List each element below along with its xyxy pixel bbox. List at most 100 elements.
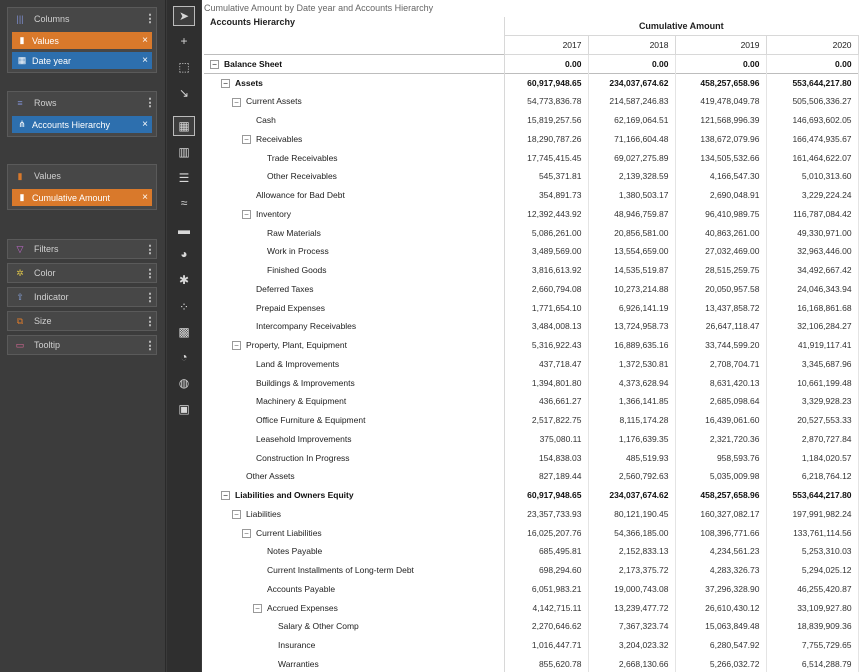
size-menu-icon[interactable]: ⋮ xyxy=(144,315,156,328)
rows-menu-icon[interactable]: ⋮ xyxy=(144,97,156,109)
table-row[interactable]: Current Installments of Long-term Debt 69… xyxy=(204,560,859,580)
color-menu-icon[interactable]: ⋮ xyxy=(144,267,156,280)
collapse-icon[interactable]: − xyxy=(232,510,241,519)
rows-well-header: ≡ Rows ⋮ xyxy=(8,92,156,114)
table-row[interactable]: Accounts Payable 6,051,983.21 19,000,743.0… xyxy=(204,579,859,599)
table-row[interactable]: Work in Process 3,489,569.00 13,554,659.00… xyxy=(204,242,859,261)
collapse-icon[interactable]: − xyxy=(242,210,251,219)
pill-cumulative-amount[interactable]: ▮ Cumulative Amount × xyxy=(12,189,152,206)
collapse-icon[interactable]: − xyxy=(232,341,241,351)
columns-menu-icon[interactable]: ⋮ xyxy=(144,13,156,25)
collapse-icon[interactable]: − xyxy=(242,528,251,538)
pill-date-year[interactable]: ▦ Date year × xyxy=(12,52,152,69)
table-row[interactable]: Machinery & Equipment 436,661.27 1,366,141… xyxy=(204,392,859,411)
value-cell: 15,819,257.56 xyxy=(504,110,589,130)
text-chart-icon[interactable]: ☰ xyxy=(173,168,195,188)
table-row[interactable]: − Accrued Expenses 4,142,715.11 13,239,477.… xyxy=(204,598,859,617)
table-row[interactable]: Intercompany Receivables 3,484,008.13 13,7… xyxy=(204,317,859,336)
remove-icon[interactable]: × xyxy=(138,35,152,46)
value-cell: 161,464,622.07 xyxy=(766,148,859,167)
table-row[interactable]: − Assets 60,917,948.65 234,037,674.62 458,25… xyxy=(204,72,859,92)
table-row[interactable]: Land & Improvements 437,718.47 1,372,530.8… xyxy=(204,354,859,374)
table-row[interactable]: − Receivables 18,290,787.26 71,166,604.48 13… xyxy=(204,129,859,149)
drill-tool-icon[interactable]: ↘ xyxy=(173,83,195,103)
values-well[interactable]: ▮ Values ▮ Cumulative Amount × xyxy=(7,164,157,210)
table-row[interactable]: − Current Liabilities 16,025,207.76 54,366,… xyxy=(204,523,859,542)
value-cell: 1,380,503.17 xyxy=(588,185,676,205)
collapse-icon[interactable]: − xyxy=(253,603,262,613)
collapse-icon[interactable]: − xyxy=(210,60,219,69)
image-tool-icon[interactable]: ▣ xyxy=(173,399,195,419)
collapse-icon[interactable]: − xyxy=(242,135,251,144)
pill-values[interactable]: ▮ Values × xyxy=(12,32,152,49)
table-row[interactable]: Salary & Other Comp 2,270,646.62 7,367,323… xyxy=(204,617,859,636)
bar-chart-icon[interactable]: ▥ xyxy=(173,142,195,162)
table-row[interactable]: Raw Materials 5,086,261.00 20,856,581.00 40… xyxy=(204,223,859,242)
table-row[interactable]: − Liabilities 23,357,733.93 80,121,190.45 16… xyxy=(204,504,859,524)
remove-icon[interactable]: × xyxy=(138,192,152,203)
indicator-menu-icon[interactable]: ⋮ xyxy=(144,291,156,304)
color-shelf[interactable]: ✲ Color ⋮ xyxy=(7,263,157,283)
columns-icon: ||| xyxy=(16,14,24,24)
select-tool-icon[interactable]: ⬚ xyxy=(173,57,195,77)
table-row[interactable]: Trade Receivables 17,745,415.45 69,027,275… xyxy=(204,148,859,167)
rows-well[interactable]: ≡ Rows ⋮ ⋔ Accounts Hierarchy × xyxy=(7,91,157,137)
row-label-cell: Trade Receivables xyxy=(204,148,505,167)
indicator-label: Indicator xyxy=(34,292,69,302)
row-label: Current Assets xyxy=(246,96,302,107)
table-row[interactable]: Other Assets 827,189.44 2,560,792.63 5,035,… xyxy=(204,467,859,486)
table-row[interactable]: − Inventory 12,392,443.92 48,946,759.87 96,4… xyxy=(204,204,859,224)
area-chart-icon[interactable]: ▬ xyxy=(173,220,195,240)
year-header[interactable]: 2020 xyxy=(766,35,859,55)
filters-shelf[interactable]: ▽ Filters ⋮ xyxy=(7,239,157,259)
table-row[interactable]: Warranties 855,620.78 2,668,130.66 5,266,03… xyxy=(204,654,859,672)
measure-header[interactable]: Cumulative Amount xyxy=(504,17,859,37)
pill-accounts-hierarchy[interactable]: ⋔ Accounts Hierarchy × xyxy=(12,116,152,133)
pie-chart-icon[interactable]: ◕ xyxy=(173,244,195,264)
collapse-icon[interactable]: − xyxy=(221,79,230,88)
table-row[interactable]: Allowance for Bad Debt 354,891.73 1,380,50… xyxy=(204,185,859,205)
collapse-icon[interactable]: − xyxy=(232,97,241,107)
table-row[interactable]: Buildings & Improvements 1,394,801.80 4,37… xyxy=(204,373,859,392)
remove-icon[interactable]: × xyxy=(138,55,152,66)
treemap-chart-icon[interactable]: ▩ xyxy=(173,322,195,342)
gauge-chart-icon[interactable]: ◔ xyxy=(173,347,195,367)
table-row[interactable]: Leasehold Improvements 375,080.11 1,176,63… xyxy=(204,429,859,449)
filters-menu-icon[interactable]: ⋮ xyxy=(144,243,156,256)
table-row[interactable]: Finished Goods 3,816,613.92 14,535,519.87 2… xyxy=(204,260,859,280)
radar-chart-icon[interactable]: ✱ xyxy=(173,270,195,290)
collapse-icon[interactable]: − xyxy=(221,491,230,501)
indicator-shelf[interactable]: ⇧ Indicator ⋮ xyxy=(7,287,157,307)
row-label: Prepaid Expenses xyxy=(256,302,325,313)
crosshair-tool-icon[interactable]: + xyxy=(173,31,195,51)
tooltip-shelf[interactable]: ▭ Tooltip ⋮ xyxy=(7,335,157,355)
table-row[interactable]: − Liabilities and Owners Equity 60,917,948… xyxy=(204,485,859,505)
table-row[interactable]: Other Receivables 545,371.81 2,139,328.59 4… xyxy=(204,167,859,186)
table-row[interactable]: − Property, Plant, Equipment 5,316,922.43 1… xyxy=(204,335,859,355)
pivot-body: − Balance Sheet 0.00 0.00 0.00 0.00− Assets 60,… xyxy=(204,54,859,672)
table-row[interactable]: Prepaid Expenses 1,771,654.10 6,926,141.19… xyxy=(204,298,859,317)
globe-chart-icon[interactable]: ◍ xyxy=(173,373,195,393)
table-chart-icon[interactable]: ▦ xyxy=(173,116,195,136)
value-cell: 437,718.47 xyxy=(504,354,589,374)
pointer-tool-icon[interactable]: ➤ xyxy=(173,6,195,26)
table-row[interactable]: Construction In Progress 154,838.03 485,51… xyxy=(204,448,859,467)
year-header[interactable]: 2017 xyxy=(504,35,589,55)
remove-icon[interactable]: × xyxy=(138,119,152,130)
scatter-chart-icon[interactable]: ⁘ xyxy=(173,297,195,317)
row-header[interactable]: Accounts Hierarchy xyxy=(204,17,505,55)
year-header[interactable]: 2019 xyxy=(675,35,767,55)
table-row[interactable]: Office Furniture & Equipment 2,517,822.75… xyxy=(204,410,859,430)
table-row[interactable]: Notes Payable 685,495.81 2,152,833.13 4,234… xyxy=(204,542,859,561)
line-chart-icon[interactable]: ≈ xyxy=(173,193,195,213)
table-row[interactable]: Insurance 1,016,447.71 3,204,023.32 6,280,5… xyxy=(204,635,859,655)
year-header[interactable]: 2018 xyxy=(588,35,676,55)
row-label-cell: − Inventory xyxy=(204,204,505,224)
table-row[interactable]: − Current Assets 54,773,836.78 214,587,246.… xyxy=(204,92,859,111)
table-row[interactable]: Deferred Taxes 2,660,794.08 10,273,214.88 2… xyxy=(204,279,859,299)
tooltip-menu-icon[interactable]: ⋮ xyxy=(144,339,156,352)
columns-well[interactable]: ||| Columns ⋮ ▮ Values × ▦ Date year × xyxy=(7,7,157,73)
table-row[interactable]: Cash 15,819,257.56 62,169,064.51 121,568,99… xyxy=(204,110,859,130)
size-shelf[interactable]: ⧉ Size ⋮ xyxy=(7,311,157,331)
table-row[interactable]: − Balance Sheet 0.00 0.00 0.00 0.00 xyxy=(204,54,859,74)
